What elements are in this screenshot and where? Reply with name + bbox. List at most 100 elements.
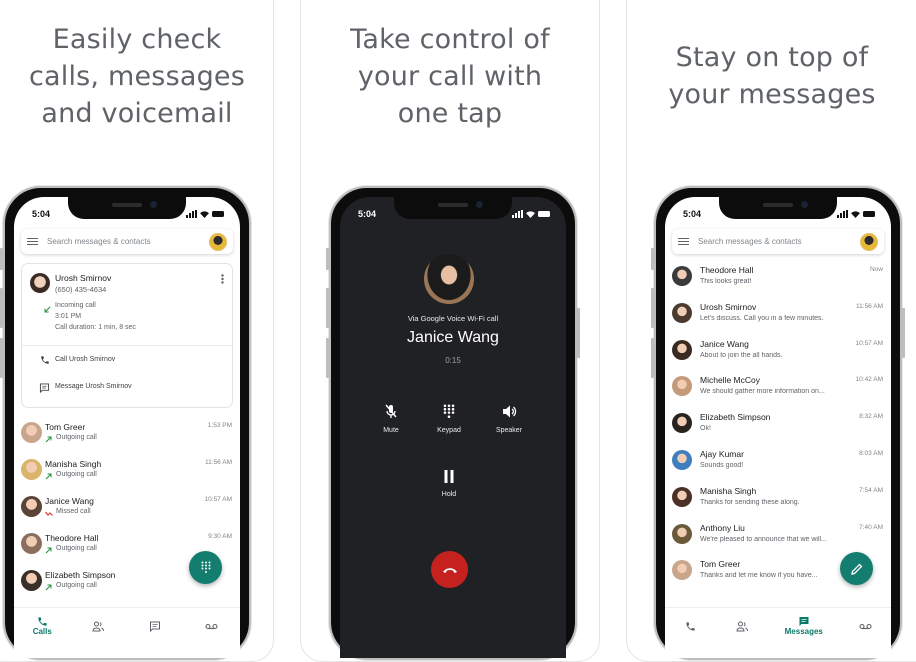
action-label: Message Urosh Smirnov <box>55 383 132 390</box>
mic-off-icon <box>385 404 397 418</box>
contact-name: Tom Greer <box>700 559 741 570</box>
keypad-button[interactable]: Keypad <box>424 404 474 434</box>
contact-name: Janice Wang <box>700 338 749 349</box>
call-type: Outgoing call <box>56 471 97 478</box>
message-preview: We should gather more information on... <box>700 388 825 396</box>
nav-messages[interactable] <box>135 621 175 632</box>
search-bar[interactable]: Search messages & contacts <box>672 229 884 254</box>
call-detail-card: Urosh Smirnov (650) 435-4634 Incoming ca… <box>21 263 233 408</box>
call-contact-action[interactable]: Call Urosh Smirnov <box>22 348 232 374</box>
message-preview: Ok! <box>700 425 711 433</box>
message-icon <box>39 383 50 393</box>
contact-name: Tom Greer <box>45 422 86 432</box>
menu-icon[interactable] <box>678 237 689 246</box>
conversation-item[interactable]: Theodore Hall This looks great! Now <box>665 263 891 300</box>
conversation-item[interactable]: Manisha Singh Thanks for sending these al… <box>665 484 891 521</box>
wifi-icon <box>526 210 535 218</box>
contact-name: Elizabeth Simpson <box>700 412 771 423</box>
notch <box>394 197 512 219</box>
messages-icon <box>799 617 809 626</box>
conversation-item[interactable]: Elizabeth Simpson Ok! 8:32 AM <box>665 410 891 447</box>
message-time: 7:54 AM <box>859 486 883 494</box>
call-time: 11:56 AM <box>205 459 232 466</box>
account-avatar[interactable] <box>860 232 878 251</box>
wifi-icon <box>200 210 209 218</box>
phone-side-button <box>326 248 329 270</box>
more-options-icon[interactable] <box>221 274 224 284</box>
search-placeholder[interactable]: Search messages & contacts <box>698 237 860 246</box>
conversation-item[interactable]: Ajay Kumar Sounds good! 8:03 AM <box>665 447 891 484</box>
contact-avatar <box>672 523 692 544</box>
phone-side-button <box>577 308 580 358</box>
phone-side-button <box>0 248 3 270</box>
nav-messages[interactable]: Messages <box>774 616 834 636</box>
message-preview: About to join the all hands. <box>700 351 783 359</box>
call-time: 3:01 PM <box>55 313 82 320</box>
phone-side-button <box>326 288 329 328</box>
hold-button[interactable]: Hold <box>424 470 474 498</box>
headline-line: your call with <box>357 61 543 92</box>
call-via-label: Via Google Voice Wi-Fi call <box>407 314 499 323</box>
call-timer: 0:15 <box>445 356 461 365</box>
contact-name: Manisha Singh <box>45 459 102 469</box>
call-type: Missed call <box>56 508 91 515</box>
nav-voicemail[interactable] <box>845 623 885 630</box>
call-duration: Call duration: 1 min, 8 sec <box>55 324 136 331</box>
search-bar[interactable]: Search messages & contacts <box>21 229 233 254</box>
contact-name: Janice Wang <box>45 496 94 506</box>
outgoing-call-icon <box>45 436 52 443</box>
status-time: 5:04 <box>32 209 51 219</box>
headline-line: Stay on top of <box>675 42 869 73</box>
status-time: 5:04 <box>683 209 702 219</box>
message-preview: Sounds good! <box>700 462 744 469</box>
wifi-icon <box>851 210 860 218</box>
conversation-item[interactable]: Janice Wang About to join the all hands. 1… <box>665 337 891 374</box>
notch <box>719 197 837 219</box>
nav-contacts[interactable] <box>722 621 762 632</box>
dialpad-icon <box>443 404 455 418</box>
message-preview: Let's discuss. Call you in a few minutes… <box>700 314 824 322</box>
nav-voicemail[interactable] <box>192 623 232 630</box>
voicemail-icon <box>205 623 218 629</box>
pause-icon <box>444 470 454 483</box>
headline-line: your messages <box>668 79 876 110</box>
end-call-button[interactable] <box>431 551 468 588</box>
menu-icon[interactable] <box>27 237 38 246</box>
call-time: 1:53 PM <box>207 422 232 429</box>
nav-contacts[interactable] <box>79 621 119 632</box>
search-placeholder[interactable]: Search messages & contacts <box>47 237 209 246</box>
pencil-icon <box>850 563 862 575</box>
contact-avatar <box>672 339 692 360</box>
phone-active-call: 5:04 Via Google Voice Wi-Fi call Janice … <box>326 186 580 660</box>
conversation-item[interactable]: Michelle McCoy We should gather more info… <box>665 373 891 410</box>
account-avatar[interactable] <box>209 232 227 251</box>
nav-label: Calls <box>32 627 52 636</box>
nav-calls[interactable]: Calls <box>22 616 62 636</box>
headline: Easily check calls, messages and voicema… <box>0 21 273 132</box>
speaker-button[interactable]: Speaker <box>484 404 534 434</box>
speaker-icon <box>502 405 516 418</box>
call-type: Outgoing call <box>56 582 97 589</box>
mute-button[interactable]: Mute <box>366 404 416 434</box>
phone-side-button <box>0 338 3 378</box>
end-call-icon <box>442 567 457 573</box>
contact-avatar <box>21 459 42 480</box>
message-contact-action[interactable]: Message Urosh Smirnov <box>22 375 232 401</box>
contact-name: Ajay Kumar <box>700 449 744 459</box>
phone-icon <box>41 356 49 364</box>
headline: Stay on top of your messages <box>627 39 916 113</box>
contact-name: Urosh Smirnov <box>55 273 112 283</box>
message-time: 7:40 AM <box>859 523 883 531</box>
compose-fab[interactable] <box>840 552 873 585</box>
nav-calls[interactable] <box>671 621 711 632</box>
outgoing-call-icon <box>45 584 52 591</box>
contact-avatar <box>21 570 42 591</box>
status-time: 5:04 <box>358 209 377 219</box>
message-time: 10:42 AM <box>855 376 883 384</box>
call-history-item[interactable]: Manisha Singh Outgoing call 11:56 AM <box>14 453 240 490</box>
call-history-item[interactable]: Janice Wang Missed call 10:57 AM <box>14 490 240 527</box>
call-history-item[interactable]: Tom Greer Outgoing call 1:53 PM <box>14 416 240 453</box>
dialpad-fab[interactable] <box>189 551 222 584</box>
conversation-item[interactable]: Urosh Smirnov Let's discuss. Call you in … <box>665 300 891 337</box>
contact-name: Theodore Hall <box>700 265 754 275</box>
